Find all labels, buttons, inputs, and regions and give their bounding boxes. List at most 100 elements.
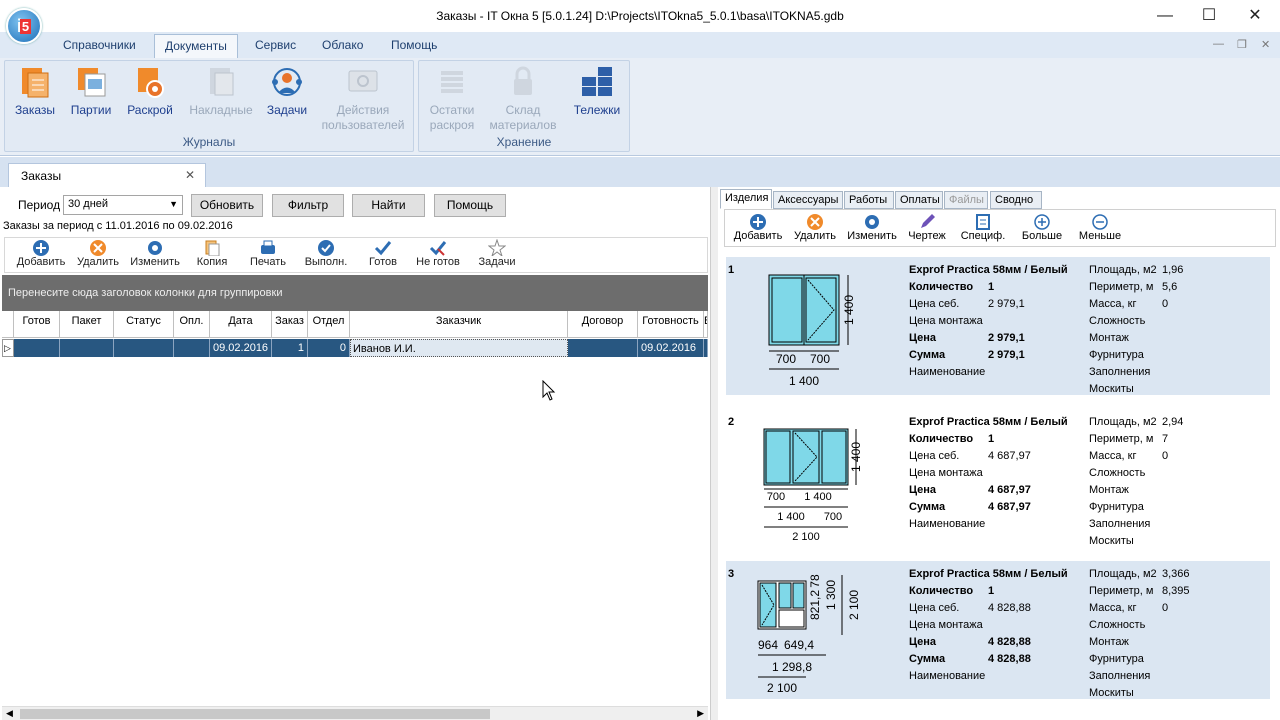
horizontal-scrollbar[interactable]: ◀ ▶	[2, 706, 708, 720]
close-tab-icon[interactable]: ✕	[185, 168, 195, 182]
ribbon-cut-remains-button[interactable]: Остатки раскроя	[425, 65, 479, 133]
document-tab-bar: Заказы ✕	[0, 157, 1280, 187]
done-button[interactable]: Выполн.	[301, 239, 351, 268]
menu-help[interactable]: Помощь	[391, 38, 437, 52]
minimize-button[interactable]: —	[1150, 4, 1180, 28]
value-sum: 2 979,1	[988, 349, 1025, 361]
column-header-date[interactable]: Дата	[210, 311, 272, 338]
mdi-minimize-button[interactable]: —	[1213, 38, 1224, 50]
row-indicator[interactable]: ▷	[2, 339, 14, 357]
ribbon-carts-button[interactable]: Тележки	[569, 65, 625, 118]
column-header-paid[interactable]: Опл.	[174, 311, 210, 338]
cell-more[interactable]	[704, 339, 708, 357]
label-price: Цена	[909, 332, 937, 344]
edit-order-button[interactable]: Изменить	[127, 239, 183, 268]
refresh-button[interactable]: Обновить	[191, 194, 263, 217]
mdi-restore-button[interactable]: ❐	[1237, 38, 1247, 51]
column-header-more[interactable]: В	[704, 311, 708, 338]
cell-customer[interactable]: Иванов И.И.	[350, 339, 568, 357]
scrollbar-thumb[interactable]	[20, 709, 490, 719]
product-item[interactable]: 1 1 400 700 700 1 400 Exprof Practica 58…	[726, 257, 1270, 395]
period-select[interactable]: 30 дней ▼	[63, 195, 183, 215]
print-button[interactable]: Печать	[247, 239, 289, 268]
cell-ready[interactable]	[14, 339, 60, 357]
cell-packet[interactable]	[60, 339, 114, 357]
tab-accessories[interactable]: Аксессуары	[773, 191, 843, 209]
tab-products[interactable]: Изделия	[720, 189, 772, 209]
dim-b: 649,4	[784, 638, 814, 652]
column-header-order[interactable]: Заказ	[272, 311, 308, 338]
add-icon	[750, 214, 766, 230]
drawing-button[interactable]: Чертеж	[905, 213, 949, 242]
label-mount-price: Цена монтажа	[909, 315, 983, 327]
tab-summary[interactable]: Сводно	[990, 191, 1042, 209]
menu-cloud[interactable]: Облако	[322, 38, 363, 52]
cell-readiness[interactable]: 09.02.2016	[638, 339, 704, 357]
close-button[interactable]: ✕	[1240, 4, 1270, 28]
pane-splitter[interactable]	[710, 187, 718, 720]
tab-orders[interactable]: Заказы ✕	[8, 163, 206, 187]
value-area: 2,94	[1162, 416, 1184, 428]
help-button[interactable]: Помощь	[434, 194, 506, 217]
cell-paid[interactable]	[174, 339, 210, 357]
ribbon-stock-button[interactable]: Склад материалов	[489, 65, 557, 133]
ribbon-tasks-button[interactable]: Задачи	[263, 65, 311, 118]
delete-order-button[interactable]: Удалить	[73, 239, 123, 268]
cell-order[interactable]: 1	[272, 339, 308, 357]
add-product-button[interactable]: Добавить	[731, 213, 785, 242]
ribbon-invoices-button[interactable]: Накладные	[187, 65, 255, 118]
column-header-readiness[interactable]: Готовность	[638, 311, 704, 338]
ribbon-orders-button[interactable]: Заказы	[13, 65, 57, 118]
add-order-button[interactable]: Добавить	[13, 239, 69, 268]
order-tasks-button[interactable]: Задачи	[475, 239, 519, 268]
menu-references[interactable]: Справочники	[63, 38, 136, 52]
cell-contract[interactable]	[568, 339, 638, 357]
column-header-packet[interactable]: Пакет	[60, 311, 114, 338]
value-perimeter: 7	[1162, 433, 1169, 445]
cell-dept[interactable]: 0	[308, 339, 350, 357]
ribbon-parties-button[interactable]: Партии	[67, 65, 115, 118]
find-button[interactable]: Найти	[352, 194, 425, 217]
scroll-left-icon[interactable]: ◀	[6, 708, 13, 719]
mark-not-ready-button[interactable]: Не готов	[413, 239, 463, 268]
column-header-status[interactable]: Статус	[114, 311, 174, 338]
window-title: Заказы - IT Окна 5 [5.0.1.24] D:\Project…	[436, 9, 844, 23]
product-item[interactable]: 2 1 400 700 1 400 1 400 700 2 100 Exprof…	[726, 409, 1270, 547]
cell-status[interactable]	[114, 339, 174, 357]
label-fill: Заполнения	[1089, 518, 1151, 530]
menu-service[interactable]: Сервис	[255, 38, 296, 52]
zoom-in-icon	[1034, 214, 1050, 230]
column-header-customer[interactable]: Заказчик	[350, 311, 568, 338]
menu-bar: Справочники Документы Сервис Облако Помо…	[0, 32, 1280, 58]
column-header-ready[interactable]: Готов	[14, 311, 60, 338]
mark-ready-button[interactable]: Готов	[365, 239, 401, 268]
label-hardware: Фурнитура	[1089, 349, 1144, 361]
spec-button[interactable]: Специф.	[959, 213, 1007, 242]
parties-icon	[74, 65, 108, 99]
ribbon-user-actions-button[interactable]: Действия пользователей	[317, 65, 409, 133]
tab-files[interactable]: Файлы	[944, 191, 988, 209]
app-logo-icon[interactable]: i5	[6, 8, 42, 44]
period-value: 30 дней	[68, 198, 109, 210]
filter-button[interactable]: Фильтр	[272, 194, 344, 217]
tab-payments[interactable]: Оплаты	[895, 191, 943, 209]
dim-width: 2 100	[792, 531, 820, 543]
label-mosquito: Москиты	[1089, 687, 1134, 699]
copy-order-button[interactable]: Копия	[193, 239, 231, 268]
cell-date[interactable]: 09.02.2016	[210, 339, 272, 357]
product-item[interactable]: 3 821,2 78 1 300 2 100 964 649,4 1 298,8…	[726, 561, 1270, 699]
column-header-dept[interactable]: Отдел	[308, 311, 350, 338]
menu-documents[interactable]: Документы	[154, 34, 238, 58]
delete-product-button[interactable]: Удалить	[791, 213, 839, 242]
mdi-close-button[interactable]: ✕	[1261, 38, 1270, 51]
scroll-right-icon[interactable]: ▶	[697, 708, 704, 719]
grouping-area[interactable]: Перенесите сюда заголовок колонки для гр…	[2, 275, 708, 311]
dim-a: 700	[767, 491, 785, 503]
less-button[interactable]: Меньше	[1077, 213, 1123, 242]
ribbon-cutting-button[interactable]: Раскрой	[123, 65, 177, 118]
tab-works[interactable]: Работы	[844, 191, 894, 209]
edit-product-button[interactable]: Изменить	[845, 213, 899, 242]
column-header-contract[interactable]: Договор	[568, 311, 638, 338]
more-button[interactable]: Больше	[1019, 213, 1065, 242]
maximize-button[interactable]: ☐	[1194, 4, 1224, 28]
